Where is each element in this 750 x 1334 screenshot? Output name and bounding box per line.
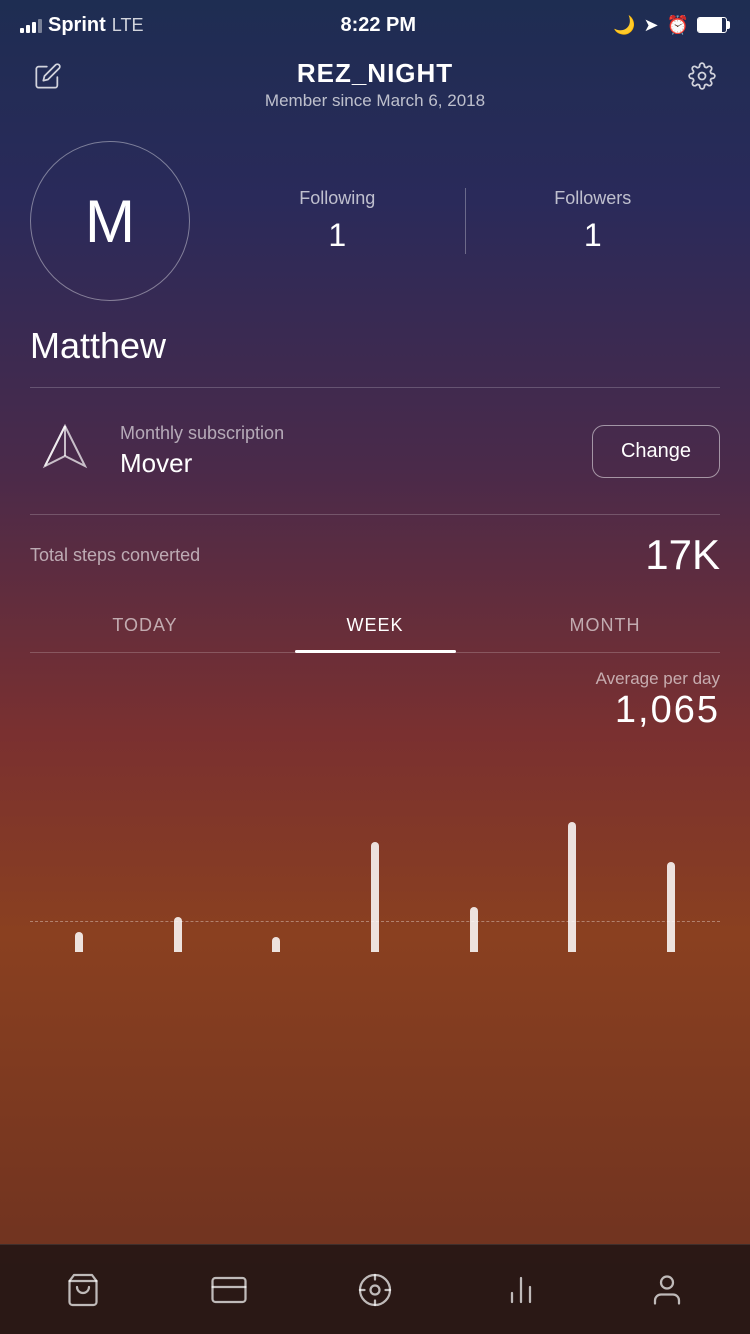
profile-section: M Following 1 Followers 1 <box>0 121 750 311</box>
chart-bar-item-1 <box>174 917 182 952</box>
chart-bar-3 <box>371 842 379 952</box>
location-icon: ➤ <box>643 15 658 36</box>
nav-wallet[interactable] <box>156 1272 302 1308</box>
chart-bar-item-2 <box>272 937 280 952</box>
header-title: REZ_NIGHT Member since March 6, 2018 <box>66 58 684 111</box>
nav-shop[interactable] <box>10 1272 156 1308</box>
nav-profile[interactable] <box>594 1272 740 1308</box>
subscription-name: Mover <box>120 448 592 479</box>
chart-bar-item-4 <box>470 907 478 952</box>
stats-section: Following 1 Followers 1 <box>210 178 720 264</box>
nav-dashboard[interactable] <box>302 1272 448 1308</box>
subscription-label: Monthly subscription <box>120 423 592 444</box>
followers-value: 1 <box>466 217 721 254</box>
chart-bars <box>30 802 720 952</box>
tab-today[interactable]: TODAY <box>30 599 260 652</box>
alarm-icon: ⏰ <box>667 15 689 36</box>
edit-icon[interactable] <box>30 58 66 101</box>
status-time: 8:22 PM <box>340 14 416 37</box>
period-tabs: TODAY WEEK MONTH <box>30 599 720 653</box>
change-subscription-button[interactable]: Change <box>592 425 720 478</box>
header: REZ_NIGHT Member since March 6, 2018 <box>0 48 750 121</box>
dashboard-icon <box>357 1272 393 1308</box>
mover-logo-icon <box>30 416 100 486</box>
carrier-label: Sprint <box>48 14 106 37</box>
status-right: 🌙 ➤ ⏰ <box>613 15 730 36</box>
followers-stat[interactable]: Followers 1 <box>466 178 721 264</box>
signal-icon <box>20 17 42 33</box>
settings-icon[interactable] <box>684 58 720 101</box>
moon-icon: 🌙 <box>613 15 635 36</box>
profile-icon <box>649 1272 685 1308</box>
chart-bar-0 <box>75 932 83 952</box>
chart-bar-5 <box>568 822 576 952</box>
tabs-container: TODAY WEEK MONTH <box>0 599 750 653</box>
bar-chart <box>30 792 720 952</box>
status-bar: Sprint LTE 8:22 PM 🌙 ➤ ⏰ <box>0 0 750 44</box>
subscription-info: Monthly subscription Mover <box>120 423 592 479</box>
steps-value: 17K <box>645 531 720 579</box>
avatar: M <box>30 141 190 301</box>
stats-icon <box>503 1272 539 1308</box>
chart-area: Average per day 1,065 <box>0 653 750 1244</box>
chart-bar-4 <box>470 907 478 952</box>
bottom-navigation <box>0 1244 750 1334</box>
chart-bar-item-0 <box>75 932 83 952</box>
followers-label: Followers <box>466 188 721 209</box>
nav-stats[interactable] <box>448 1272 594 1308</box>
chart-bar-item-3 <box>371 842 379 952</box>
chart-bar-item-6 <box>667 862 675 952</box>
battery-icon <box>697 17 730 33</box>
chart-bar-6 <box>667 862 675 952</box>
user-name: Matthew <box>0 311 750 387</box>
chart-bar-1 <box>174 917 182 952</box>
avg-value: 1,065 <box>30 689 720 732</box>
steps-section: Total steps converted 17K <box>0 515 750 599</box>
following-value: 1 <box>210 217 465 254</box>
chart-bar-item-5 <box>568 822 576 952</box>
tab-week[interactable]: WEEK <box>260 599 490 652</box>
username: REZ_NIGHT <box>66 58 684 89</box>
average-section: Average per day 1,065 <box>30 669 720 732</box>
steps-label: Total steps converted <box>30 545 200 566</box>
status-left: Sprint LTE <box>20 14 143 37</box>
network-label: LTE <box>112 15 144 36</box>
avg-label: Average per day <box>30 669 720 689</box>
following-stat[interactable]: Following 1 <box>210 178 465 264</box>
following-label: Following <box>210 188 465 209</box>
chart-bar-2 <box>272 937 280 952</box>
shop-icon <box>65 1272 101 1308</box>
tab-month[interactable]: MONTH <box>490 599 720 652</box>
member-since: Member since March 6, 2018 <box>66 91 684 111</box>
subscription-section: Monthly subscription Mover Change <box>0 388 750 514</box>
wallet-icon <box>211 1272 247 1308</box>
